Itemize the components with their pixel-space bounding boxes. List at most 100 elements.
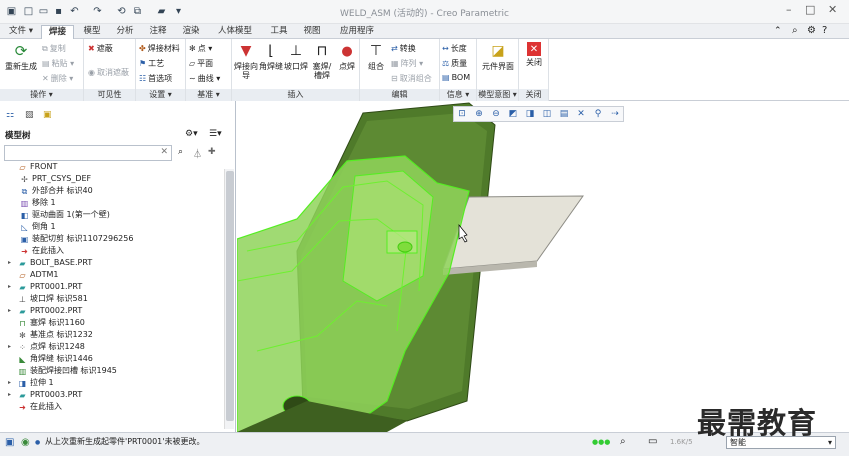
group-label-datum[interactable]: 基准 ▾ (186, 89, 231, 101)
fillet-weld-button[interactable]: ⌊ 角焊缝 (259, 42, 283, 72)
view-manager-icon[interactable]: ▤ (556, 107, 572, 121)
tab-manikin[interactable]: 人体模型 (211, 25, 259, 39)
tab-file[interactable]: 文件 ▾ (4, 25, 38, 39)
tab-render[interactable]: 渲染 (178, 25, 204, 39)
display-style-icon[interactable]: ◨ (522, 107, 538, 121)
component-interface-button[interactable]: ◪ 元件界面 (481, 42, 515, 72)
settings-icon[interactable]: ⚙ (807, 25, 816, 36)
find-status-icon[interactable]: ⌕ (620, 436, 626, 447)
ungroup-button[interactable]: ⊟ 取消组合 (391, 73, 432, 84)
collapse-ribbon-icon[interactable]: ⌃ (774, 26, 782, 36)
tree-item-weld-groove[interactable]: ▥ 装配焊接凹槽 标识1945 (8, 365, 117, 377)
convert-button[interactable]: ⇄ 转换 (391, 43, 416, 54)
tree-settings-icon[interactable]: ⚙▾ (185, 129, 198, 139)
pattern-button[interactable]: ▦ 阵列 ▾ (391, 58, 423, 69)
tree-item-adtm1[interactable]: ▱ ADTM1 (8, 269, 58, 281)
tree-scrollbar[interactable] (224, 169, 234, 429)
weld-wizard-button[interactable]: ▼ 焊接向导 (233, 42, 259, 81)
tree-item-remove[interactable]: ▥ 移除 1 (20, 197, 56, 209)
expand-icon[interactable]: ▸ (8, 341, 15, 353)
spin-center-icon[interactable]: ⚲ (590, 107, 606, 121)
tree-item-fillet-weld[interactable]: ◣ 角焊缝 标识1446 (8, 353, 92, 365)
expand-icon[interactable]: ▸ (8, 377, 15, 389)
plug-weld-button[interactable]: ⊓ 塞焊/槽焊 (309, 42, 335, 81)
mass-button[interactable]: ⚖ 质量 (442, 58, 467, 69)
browser-toggle-icon[interactable]: ◉ (21, 437, 30, 448)
tab-tools[interactable]: 工具 (266, 25, 292, 39)
filter-icon[interactable]: ⏃ (193, 147, 202, 160)
tree-scroll-thumb[interactable] (226, 171, 234, 421)
graphics-window[interactable]: ⊡ ⊕ ⊖ ◩ ◨ ◫ ▤ ✕ ⚲ ⇢ (237, 101, 849, 432)
group-label-model-intent[interactable]: 模型意图 ▾ (477, 89, 518, 101)
saved-views-icon[interactable]: ◫ (539, 107, 555, 121)
unhide-button[interactable]: ◉ 取消遮蔽 (88, 67, 129, 78)
refit-icon[interactable]: ⊡ (454, 107, 470, 121)
expand-icon[interactable]: ▸ (8, 305, 15, 317)
tree-item-prt0001[interactable]: ▸ ▰ PRT0001.PRT (8, 281, 82, 293)
clear-search-icon[interactable]: ✕ (160, 147, 168, 157)
tab-annotate[interactable]: 注释 (145, 25, 171, 39)
tree-item-groove-weld[interactable]: ⊥ 坡口焊 标识581 (8, 293, 88, 305)
tab-weld[interactable]: 焊接 (41, 25, 74, 39)
selection-buffer-icon[interactable]: ▭ (648, 436, 657, 447)
tab-model[interactable]: 模型 (80, 25, 104, 39)
find-icon[interactable]: ⌕ (178, 147, 183, 157)
close-button[interactable]: ✕ 关闭 (521, 42, 547, 67)
spot-weld-button[interactable]: ● 点焊 (335, 42, 359, 72)
datum-display-icon[interactable]: ✕ (573, 107, 589, 121)
tree-insert-here-bottom[interactable]: ➜ 在此插入 (8, 401, 62, 413)
tab-view[interactable]: 视图 (299, 25, 325, 39)
tree-item-bolt-base[interactable]: ▸ ▰ BOLT_BASE.PRT (8, 257, 92, 269)
navigator-toggle-icon[interactable]: ▣ (5, 437, 14, 448)
expand-icon[interactable]: ▸ (8, 389, 15, 401)
tree-item-extrude[interactable]: ▸ ◨ 拉伸 1 (8, 377, 54, 389)
bom-button[interactable]: ▤ BOM (442, 73, 470, 82)
zoom-out-icon[interactable]: ⊖ (488, 107, 504, 121)
group-label-info[interactable]: 信息 ▾ (440, 89, 476, 101)
plane-button[interactable]: ▱ 平面 (189, 58, 213, 69)
delete-button[interactable]: ✕ 删除 ▾ (42, 73, 73, 84)
preferences-button[interactable]: ☷ 首选项 (139, 73, 172, 84)
maximize-icon[interactable]: □ (805, 3, 815, 16)
tree-item-merge[interactable]: ⧉ 外部合并 标识40 (20, 185, 93, 197)
expand-icon[interactable]: ▸ (8, 257, 15, 269)
combine-button[interactable]: ⊤ 组合 (362, 42, 390, 72)
regenerate-button[interactable]: ⟳ 重新生成 (4, 42, 38, 71)
tree-item-prt0002[interactable]: ▸ ▰ PRT0002.PRT (8, 305, 82, 317)
tree-item-spot-weld[interactable]: ▸ ⁘ 点焊 标识1248 (8, 341, 85, 353)
favorites-tab-icon[interactable]: ▣ (43, 110, 52, 120)
copy-button[interactable]: ⧉ 复制 (42, 43, 66, 54)
tree-item-front[interactable]: ▱ FRONT (8, 161, 57, 173)
repaint-icon[interactable]: ◩ (505, 107, 521, 121)
search-icon[interactable]: ⌕ (792, 25, 798, 36)
add-icon[interactable]: ✚ (208, 147, 216, 157)
tree-item-drive-surface[interactable]: ◧ 驱动曲面 1(第一个壁) (20, 209, 110, 221)
tree-item-datum-point[interactable]: ✻ 基准点 标识1232 (8, 329, 93, 341)
paste-button[interactable]: ▤ 粘贴 ▾ (42, 58, 74, 69)
model-tree-tab-icon[interactable]: ⚏ (6, 110, 14, 120)
folder-browser-tab-icon[interactable]: ▧ (25, 110, 34, 120)
process-button[interactable]: ⚑ 工艺 (139, 58, 164, 69)
weld-assembly-model[interactable] (237, 101, 849, 432)
tree-item-chamfer[interactable]: ◺ 倒角 1 (20, 221, 55, 233)
tab-applications[interactable]: 应用程序 (333, 25, 381, 39)
curve-button[interactable]: ∼ 曲线 ▾ (189, 73, 220, 84)
zoom-in-icon[interactable]: ⊕ (471, 107, 487, 121)
group-label-operations[interactable]: 操作 ▾ (0, 89, 83, 101)
weld-material-button[interactable]: ✤ 焊接材料 (139, 43, 180, 54)
tree-item-csys[interactable]: ✢ PRT_CSYS_DEF (20, 173, 91, 185)
tab-analysis[interactable]: 分析 (112, 25, 138, 39)
show-options-icon[interactable]: ☰▾ (209, 129, 222, 139)
help-icon[interactable]: ? (822, 25, 827, 36)
annotation-display-icon[interactable]: ⇢ (607, 107, 623, 121)
tree-item-asm-cut[interactable]: ▣ 装配切剪 标识1107296256 (20, 233, 134, 245)
group-label-settings[interactable]: 设置 ▾ (136, 89, 185, 101)
expand-icon[interactable]: ▸ (8, 281, 15, 293)
tree-item-plug-weld[interactable]: ⊓ 塞焊 标识1160 (8, 317, 85, 329)
tree-item-prt0003[interactable]: ▸ ▰ PRT0003.PRT (8, 389, 82, 401)
close-icon[interactable]: ✕ (828, 3, 837, 16)
point-button[interactable]: ✻ 点 ▾ (189, 43, 212, 54)
groove-weld-button[interactable]: ⊥ 坡口焊 (283, 42, 309, 72)
minimize-icon[interactable]: – (786, 3, 792, 16)
tree-insert-here[interactable]: ➜ 在此插入 (20, 245, 64, 257)
